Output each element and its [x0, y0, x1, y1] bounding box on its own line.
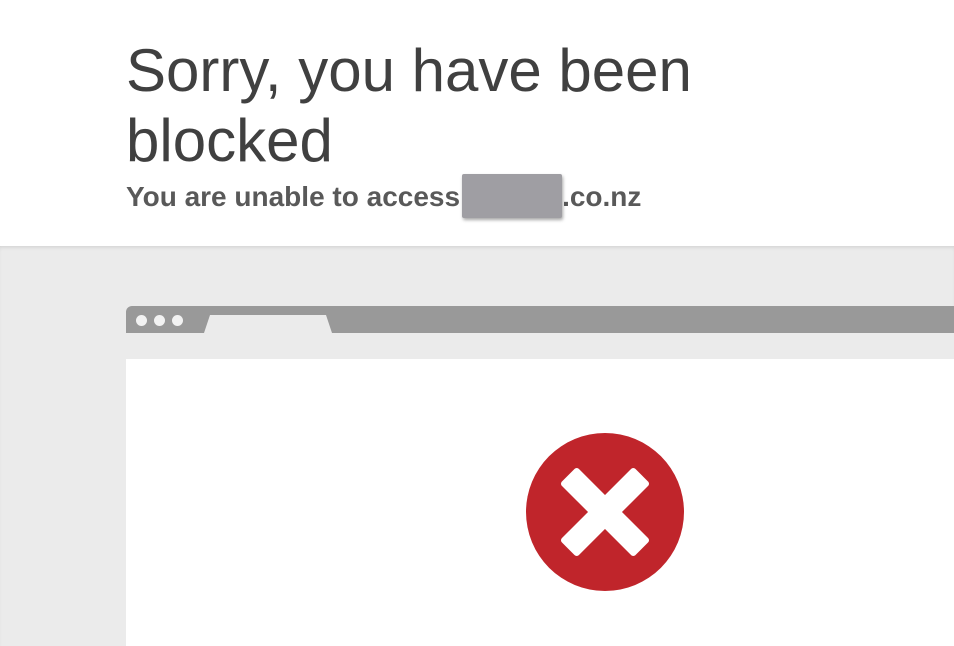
redacted-domain-block: [462, 173, 563, 218]
browser-illustration: [126, 306, 954, 646]
browser-tab: [204, 315, 332, 333]
window-dot-icon: [172, 315, 183, 326]
access-message: You are unable to access .co.nz: [126, 173, 642, 218]
page-title: Sorry, you have been blocked: [126, 37, 692, 174]
window-dot-icon: [154, 315, 165, 326]
domain-suffix: .co.nz: [562, 181, 642, 212]
access-message-prefix: You are unable to access: [126, 181, 461, 212]
page-header: Sorry, you have been blocked You are una…: [0, 0, 954, 246]
window-dot-icon: [136, 315, 147, 326]
browser-title-bar: [126, 306, 954, 333]
error-x-circle-icon: [526, 433, 684, 591]
browser-address-strip: [126, 333, 954, 359]
